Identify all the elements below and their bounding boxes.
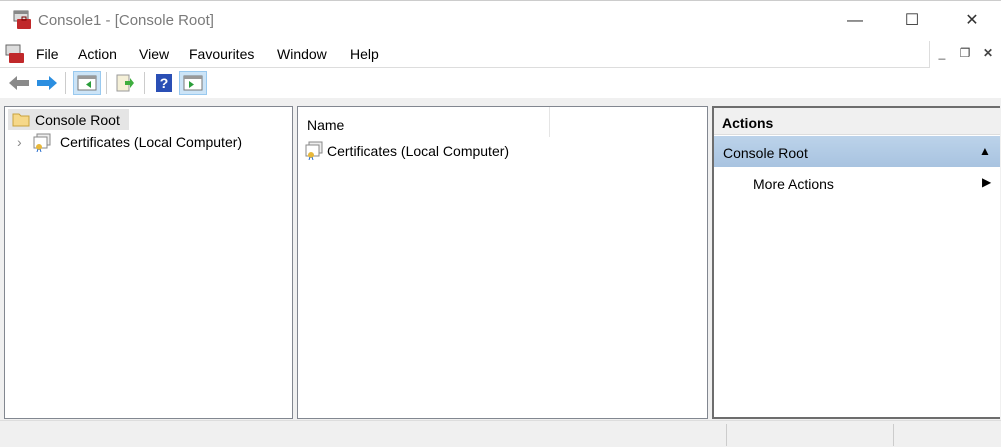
expand-chevron-icon[interactable]: › <box>17 134 22 150</box>
actions-section-console-root[interactable]: Console Root ▲ <box>714 136 1000 167</box>
console-tree-pane: Console Root › Certificates (Local Compu… <box>4 106 293 419</box>
results-pane: Name Certificates (Local Computer) <box>297 106 708 419</box>
status-divider <box>726 424 727 446</box>
mdi-minimize-button[interactable]: _ <box>932 46 952 60</box>
forward-button[interactable] <box>34 71 60 95</box>
show-hide-console-tree-button[interactable] <box>73 71 101 95</box>
toolbar: ? <box>0 68 1001 98</box>
menu-file[interactable]: File <box>36 46 59 62</box>
certificate-icon <box>33 133 51 152</box>
title-bar: Console1 - [Console Root] — ☐ ✕ <box>0 0 1001 41</box>
tree-node-console-root[interactable]: Console Root <box>8 109 129 130</box>
menu-favourites[interactable]: Favourites <box>189 46 254 62</box>
mdi-controls: _ ❐ ✕ <box>930 41 1001 68</box>
toolbar-separator <box>65 72 66 94</box>
svg-text:?: ? <box>160 75 169 91</box>
menu-view[interactable]: View <box>139 46 169 62</box>
close-button[interactable]: ✕ <box>949 9 995 33</box>
show-hide-action-pane-button[interactable] <box>179 71 207 95</box>
arrow-right-icon <box>37 76 57 90</box>
help-icon: ? <box>156 74 172 92</box>
certificate-icon <box>305 141 323 160</box>
status-bar <box>0 420 1001 447</box>
window-title: Console1 - [Console Root] <box>38 12 214 29</box>
back-button[interactable] <box>6 71 32 95</box>
actions-pane: Actions Console Root ▲ More Actions ▶ <box>712 106 1000 419</box>
export-list-icon <box>116 74 134 92</box>
toolbar-separator <box>106 72 107 94</box>
arrow-left-icon <box>9 76 29 90</box>
maximize-button[interactable]: ☐ <box>889 9 935 33</box>
column-header-label: Name <box>307 117 345 133</box>
mdi-close-button[interactable]: ✕ <box>978 46 998 60</box>
actions-header: Actions <box>714 108 1000 135</box>
toolbar-separator <box>144 72 145 94</box>
collapse-arrow-icon[interactable]: ▲ <box>979 144 991 158</box>
menu-bar: File Action View Favourites Window Help <box>0 41 930 68</box>
mmc-app-icon <box>13 10 31 29</box>
list-item-label: Certificates (Local Computer) <box>327 143 510 159</box>
action-more-actions[interactable]: More Actions ▶ <box>714 168 1000 196</box>
tree-node-label: Certificates (Local Computer) <box>60 134 243 150</box>
list-item[interactable]: Certificates (Local Computer) <box>304 140 524 161</box>
status-divider <box>893 424 894 446</box>
submenu-arrow-icon: ▶ <box>982 175 992 189</box>
folder-icon <box>12 113 30 127</box>
action-label: More Actions <box>753 176 834 192</box>
minimize-button[interactable]: — <box>832 9 878 33</box>
tree-node-certificates[interactable]: Certificates (Local Computer) <box>32 132 262 153</box>
console-tree-icon <box>77 75 97 91</box>
actions-section-label: Console Root <box>723 145 808 161</box>
column-header-name[interactable]: Name <box>298 107 550 137</box>
tree-node-label: Console Root <box>35 112 120 128</box>
menu-help[interactable]: Help <box>350 46 379 62</box>
actions-title: Actions <box>722 115 774 131</box>
mdi-restore-button[interactable]: ❐ <box>955 46 975 60</box>
action-pane-icon <box>183 75 203 91</box>
help-button[interactable]: ? <box>151 71 177 95</box>
export-list-button[interactable] <box>112 71 138 95</box>
menu-window[interactable]: Window <box>277 46 327 62</box>
console-icon[interactable] <box>5 44 25 64</box>
menu-action[interactable]: Action <box>78 46 117 62</box>
